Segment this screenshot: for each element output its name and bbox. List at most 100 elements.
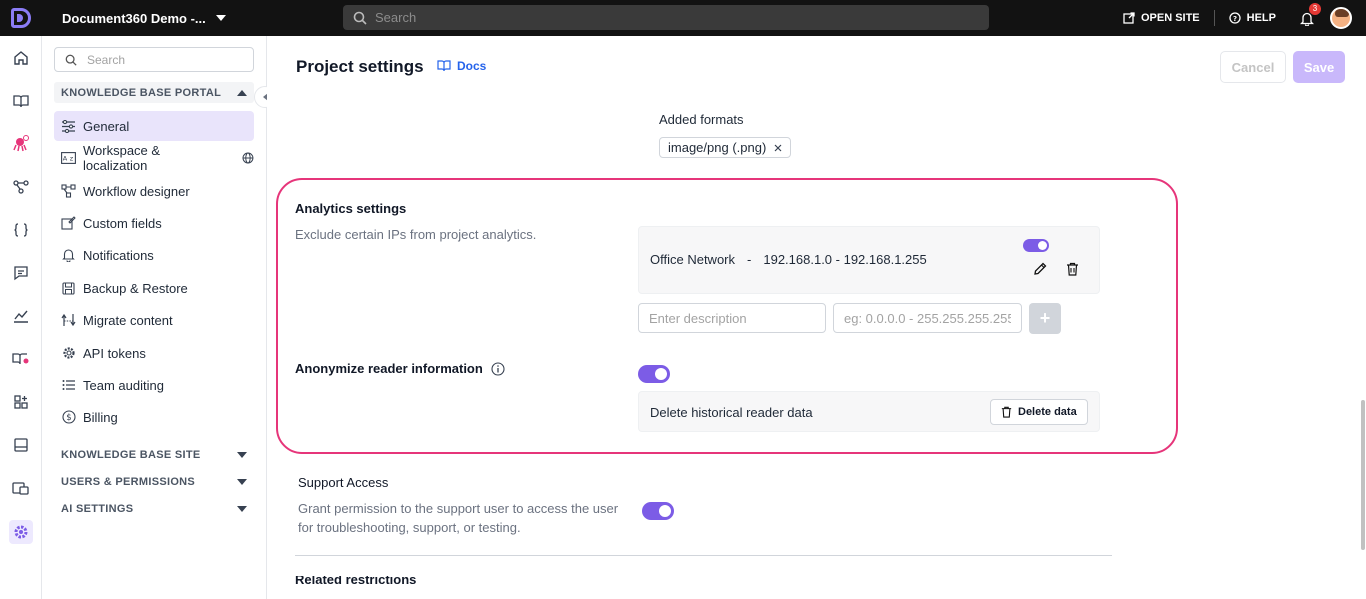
external-link-icon: [1123, 12, 1135, 24]
support-access-title: Support Access: [298, 475, 389, 490]
sidebar-item-workspace-localization[interactable]: Az Workspace & localization: [54, 143, 254, 173]
ip-range-card: Office Network - 192.168.1.0 - 192.168.1…: [638, 226, 1100, 294]
book-icon: [437, 60, 451, 72]
project-switcher[interactable]: Document360 Demo -...: [62, 11, 226, 26]
global-search-input[interactable]: [375, 10, 955, 25]
sidebar-item-billing[interactable]: $ Billing: [54, 402, 254, 432]
docs-link[interactable]: Docs: [437, 59, 486, 73]
trash-icon: [1001, 406, 1012, 418]
sidebar-item-custom-fields[interactable]: Custom fields: [54, 208, 254, 238]
scroll-thumb[interactable]: [1361, 400, 1365, 550]
section-users-permissions[interactable]: USERS & PERMISSIONS: [54, 471, 254, 492]
notification-badge: 3: [1309, 2, 1321, 15]
sidebar-item-label: Workspace & localization: [83, 143, 161, 173]
workflow-icon: [61, 184, 76, 199]
analytics-icon[interactable]: [9, 304, 33, 328]
support-description-line: Grant permission to the support user to …: [298, 501, 619, 516]
sidebar-item-label: Custom fields: [83, 215, 162, 231]
section-ai-settings[interactable]: AI SETTINGS: [54, 498, 254, 519]
apps-icon[interactable]: [9, 390, 33, 414]
section-label: KNOWLEDGE BASE PORTAL: [61, 86, 222, 99]
knowledge-icon[interactable]: [9, 347, 33, 371]
chat-icon[interactable]: [9, 261, 33, 285]
analytics-settings-description: Exclude certain IPs from project analyti…: [295, 227, 537, 242]
sidebar-item-backup-restore[interactable]: Backup & Restore: [54, 273, 254, 303]
info-icon[interactable]: [491, 361, 505, 376]
sidebar-item-general[interactable]: General: [54, 111, 254, 141]
ip-range-input[interactable]: [833, 303, 1022, 333]
sidebar-search[interactable]: [54, 47, 254, 72]
chevron-up-icon: [237, 89, 247, 96]
ip-description-input[interactable]: [638, 303, 826, 333]
ip-exclusion-toggle[interactable]: [1023, 239, 1049, 252]
settings-sidebar: KNOWLEDGE BASE PORTAL General Az Workspa…: [42, 36, 267, 599]
chevron-down-icon: [237, 505, 247, 512]
braces-icon[interactable]: [9, 218, 33, 242]
scrollbar[interactable]: [1360, 94, 1366, 594]
layout-icon[interactable]: [9, 433, 33, 457]
delete-reader-data-card: Delete historical reader data Delete dat…: [638, 391, 1100, 432]
translate-icon: Az: [61, 151, 76, 166]
help-icon: ?: [1229, 12, 1241, 24]
document360-logo[interactable]: [0, 0, 42, 36]
workflow-icon[interactable]: [9, 175, 33, 199]
avatar[interactable]: [1330, 7, 1352, 29]
sidebar-item-migrate-content[interactable]: Migrate content: [54, 305, 254, 335]
global-search[interactable]: [343, 5, 989, 30]
ip-name: Office Network: [650, 252, 736, 267]
section-knowledge-base-site[interactable]: KNOWLEDGE BASE SITE: [54, 444, 254, 465]
sidebar-item-label: API tokens: [83, 345, 146, 361]
book-icon[interactable]: [9, 89, 33, 113]
section-divider: [295, 555, 1112, 556]
edit-icon[interactable]: [1031, 260, 1049, 278]
sidebar-item-label: Workflow designer: [83, 183, 190, 199]
docs-label: Docs: [457, 59, 487, 73]
sidebar-item-label: General: [83, 118, 130, 134]
sidebar-item-label: Notifications: [83, 247, 154, 263]
open-site-link[interactable]: OPEN SITE: [1109, 12, 1214, 24]
section-knowledge-base-portal[interactable]: KNOWLEDGE BASE PORTAL: [54, 82, 254, 103]
sidebar-search-input[interactable]: [87, 52, 237, 67]
delete-reader-data-label: Delete historical reader data: [650, 405, 813, 420]
help-label: HELP: [1246, 12, 1276, 24]
search-icon: [353, 11, 367, 25]
trash-icon[interactable]: [1063, 260, 1081, 278]
close-icon[interactable]: [774, 144, 782, 152]
svg-text:A: A: [63, 155, 68, 163]
svg-text:?: ?: [1233, 15, 1237, 23]
analytics-settings-title: Analytics settings: [295, 201, 407, 216]
support-access-toggle[interactable]: [642, 502, 674, 520]
chevron-down-icon: [237, 478, 247, 485]
sidebar-item-workflow-designer[interactable]: Workflow designer: [54, 176, 254, 206]
sidebar-item-label: Team auditing: [83, 377, 164, 393]
sidebar-item-label: Billing: [83, 409, 118, 425]
delete-data-label: Delete data: [1018, 406, 1077, 418]
delete-data-button[interactable]: Delete data: [990, 399, 1088, 425]
chevron-down-icon: [237, 451, 247, 458]
sidebar-item-label: Migrate content: [83, 312, 173, 328]
ip-separator: -: [747, 252, 752, 267]
globe-icon: [242, 152, 254, 164]
sidebar-item-api-tokens[interactable]: API tokens: [54, 338, 254, 368]
add-ip-button[interactable]: +: [1029, 303, 1061, 334]
svg-text:$: $: [66, 413, 71, 423]
support-access-description: Grant permission to the support user to …: [298, 499, 618, 537]
anonymize-toggle[interactable]: [638, 365, 670, 383]
octopus-icon[interactable]: [9, 132, 33, 156]
edit-field-icon: [61, 216, 76, 231]
save-button[interactable]: Save: [1293, 51, 1345, 83]
settings-icon[interactable]: [9, 520, 33, 544]
bell-icon: [61, 248, 76, 263]
section-label: KNOWLEDGE BASE SITE: [61, 448, 201, 461]
widget-icon[interactable]: [9, 476, 33, 500]
cancel-button[interactable]: Cancel: [1220, 51, 1286, 83]
migrate-icon: [61, 313, 76, 328]
dollar-icon: $: [61, 410, 76, 425]
notifications-button[interactable]: 3: [1290, 2, 1324, 26]
sidebar-item-team-auditing[interactable]: Team auditing: [54, 370, 254, 400]
home-icon[interactable]: [9, 46, 33, 70]
help-link[interactable]: ? HELP: [1215, 12, 1290, 24]
sidebar-item-notifications[interactable]: Notifications: [54, 240, 254, 270]
format-chip-label: image/png (.png): [668, 140, 767, 155]
next-section-title: Related restrictions: [295, 576, 417, 584]
